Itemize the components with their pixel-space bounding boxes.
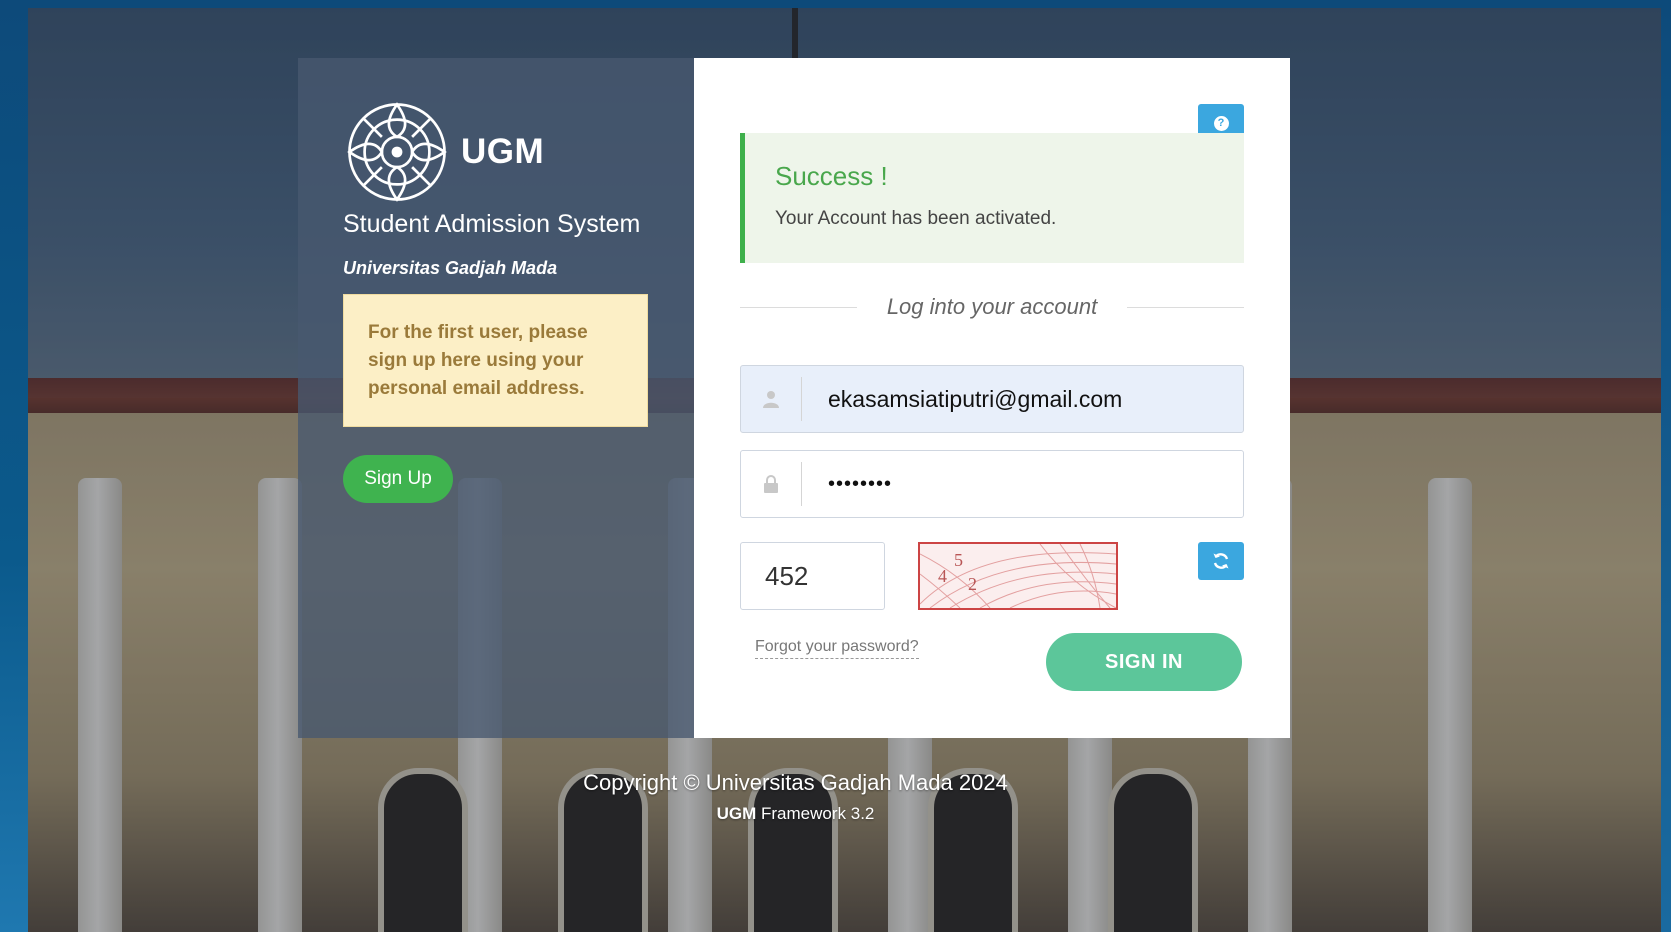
copyright-text: Copyright © Universitas Gadjah Mada 2024 [583, 770, 1008, 795]
login-card: UGM Student Admission System Universitas… [298, 58, 1290, 738]
sign-up-button[interactable]: Sign Up [343, 455, 453, 503]
alert-message: Your Account has been activated. [775, 208, 1057, 229]
divider-line [740, 306, 857, 308]
frame-right [1661, 0, 1671, 932]
captcha-input[interactable] [740, 542, 885, 610]
login-heading-text: Log into your account [886, 294, 1098, 319]
email-input[interactable] [826, 384, 1210, 414]
footer: Copyright © Universitas Gadjah Mada 2024… [0, 770, 1591, 824]
alert-title: Success ! [775, 161, 888, 191]
brand: UGM [343, 98, 544, 206]
captcha-digit-2: 5 [954, 550, 963, 570]
help-icon: ? [1213, 115, 1229, 131]
login-heading: Log into your account [740, 294, 1244, 320]
ugm-logo [347, 102, 447, 202]
framework-text: UGM Framework 3.2 [0, 804, 1591, 824]
frame-top [0, 0, 1671, 8]
brand-name: UGM [461, 132, 545, 171]
university-name: Universitas Gadjah Mada [343, 258, 558, 278]
password-input[interactable] [826, 471, 1210, 497]
login-panel: ? Success ! Your Account has been activa… [694, 58, 1290, 738]
user-icon [741, 377, 802, 421]
framework-brand: UGM [716, 804, 757, 823]
password-field [740, 450, 1244, 518]
captcha-image: 4 5 2 [918, 542, 1118, 610]
signup-notice: For the first user, please sign up here … [343, 294, 648, 427]
success-alert: Success ! Your Account has been activate… [740, 133, 1244, 263]
refresh-icon [1213, 553, 1229, 569]
lock-icon [741, 462, 802, 506]
forgot-password-link[interactable]: Forgot your password? [755, 638, 919, 659]
info-panel: UGM Student Admission System Universitas… [298, 58, 694, 738]
captcha-digit-1: 4 [938, 566, 947, 586]
divider-line [1127, 306, 1244, 308]
framework-version: Framework 3.2 [761, 804, 875, 823]
refresh-captcha-button[interactable] [1198, 542, 1244, 580]
sign-in-button[interactable]: SIGN IN [1046, 633, 1242, 691]
email-field [740, 365, 1244, 433]
system-title: Student Admission System [343, 210, 641, 238]
captcha-digit-3: 2 [968, 574, 977, 594]
